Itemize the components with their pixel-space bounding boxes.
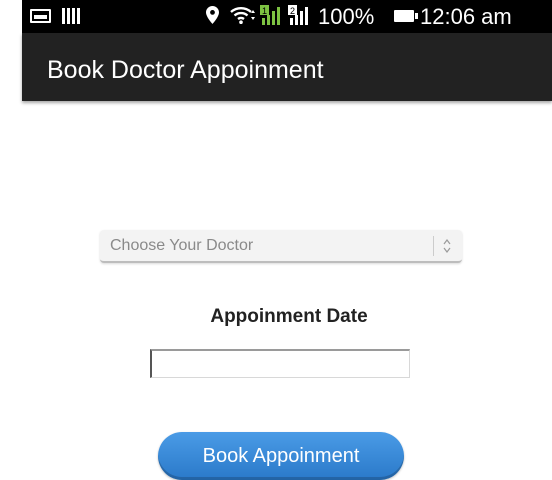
action-bar: Book Doctor Appoinment — [22, 33, 552, 101]
status-time: 12:06 am — [420, 4, 512, 29]
svg-text:2: 2 — [290, 6, 295, 16]
barcode-icon — [62, 8, 82, 24]
status-bar: 1 2 100% 12:06 am — [22, 0, 552, 33]
wifi-icon — [230, 7, 255, 24]
spinner-divider — [433, 236, 434, 256]
appointment-date-field[interactable] — [150, 349, 410, 378]
svg-text:1: 1 — [262, 6, 267, 16]
doctor-spinner[interactable]: Choose Your Doctor — [100, 230, 462, 263]
battery-percent: 100% — [318, 4, 375, 29]
book-appointment-button[interactable]: Book Appoinment — [158, 432, 404, 480]
image-icon — [30, 9, 51, 23]
battery-icon — [394, 10, 418, 22]
appointment-date-label: Appoinment Date — [210, 306, 368, 327]
doctor-spinner-value: Choose Your Doctor — [110, 237, 254, 254]
signal-icon: 2 — [288, 5, 308, 25]
updown-arrow-icon — [443, 239, 451, 253]
page-title: Book Doctor Appoinment — [47, 56, 324, 84]
location-icon — [206, 6, 219, 24]
signal-icon: 1 — [260, 5, 280, 25]
